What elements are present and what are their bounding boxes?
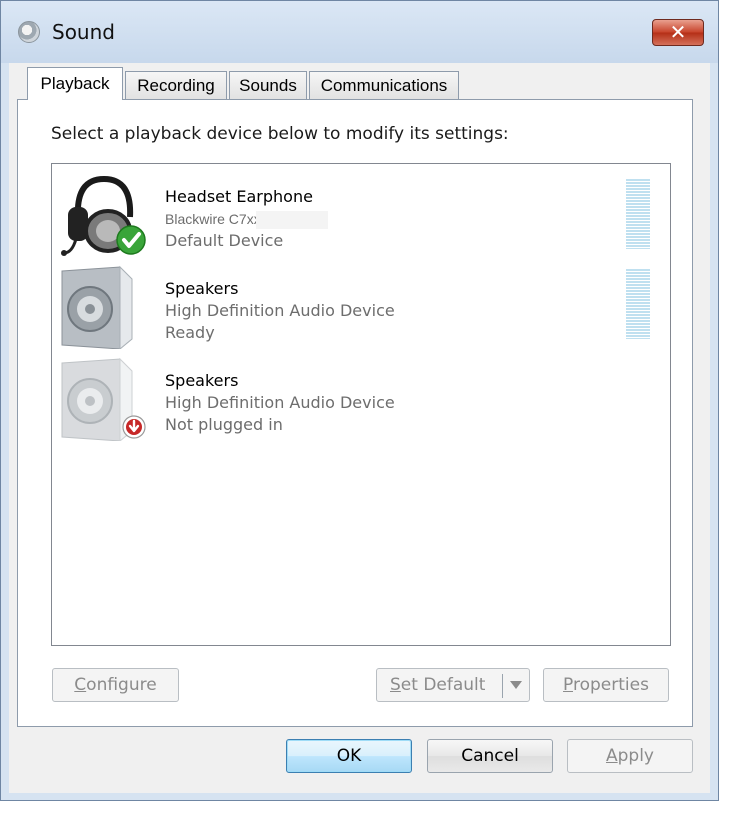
volume-meter — [626, 179, 650, 249]
device-status: Default Device — [165, 231, 284, 250]
speaker-icon — [61, 265, 133, 349]
split-separator — [502, 674, 503, 698]
cancel-button[interactable]: Cancel — [427, 739, 553, 773]
ok-button[interactable]: OK — [286, 739, 412, 773]
device-list[interactable]: Headset Earphone Blackwire C7xx Default … — [51, 163, 671, 646]
window-title: Sound — [52, 20, 115, 44]
device-description: High Definition Audio Device — [165, 393, 395, 412]
device-description: High Definition Audio Device — [165, 301, 395, 320]
tab-sounds[interactable]: Sounds — [229, 71, 307, 100]
set-default-button[interactable]: Set Default — [376, 668, 530, 702]
apply-button[interactable]: Apply — [567, 739, 693, 773]
redacted-area — [256, 211, 328, 229]
tab-playback[interactable]: Playback — [27, 67, 123, 100]
title-bar[interactable]: Sound ✕ — [1, 1, 718, 63]
volume-meter — [626, 269, 650, 339]
speaker-app-icon — [18, 21, 40, 43]
device-status: Ready — [165, 323, 215, 342]
list-item[interactable]: Speakers High Definition Audio Device No… — [52, 351, 670, 443]
tab-communications[interactable]: Communications — [309, 71, 459, 100]
device-name: Headset Earphone — [165, 187, 313, 206]
chevron-down-icon[interactable] — [510, 681, 522, 689]
device-status: Not plugged in — [165, 415, 283, 434]
list-item[interactable]: Speakers High Definition Audio Device Re… — [52, 259, 670, 351]
list-item[interactable]: Headset Earphone Blackwire C7xx Default … — [52, 167, 670, 259]
close-button[interactable]: ✕ — [652, 19, 704, 46]
default-check-icon — [116, 225, 146, 255]
configure-button[interactable]: Configure — [52, 668, 179, 702]
device-name: Speakers — [165, 371, 239, 390]
close-icon: ✕ — [669, 20, 687, 44]
tab-recording[interactable]: Recording — [125, 71, 227, 100]
properties-button[interactable]: Properties — [543, 668, 669, 702]
unplugged-arrow-icon — [122, 415, 146, 439]
device-description: Blackwire C7xx — [165, 211, 261, 227]
instruction-text: Select a playback device below to modify… — [51, 124, 509, 144]
device-name: Speakers — [165, 279, 239, 298]
